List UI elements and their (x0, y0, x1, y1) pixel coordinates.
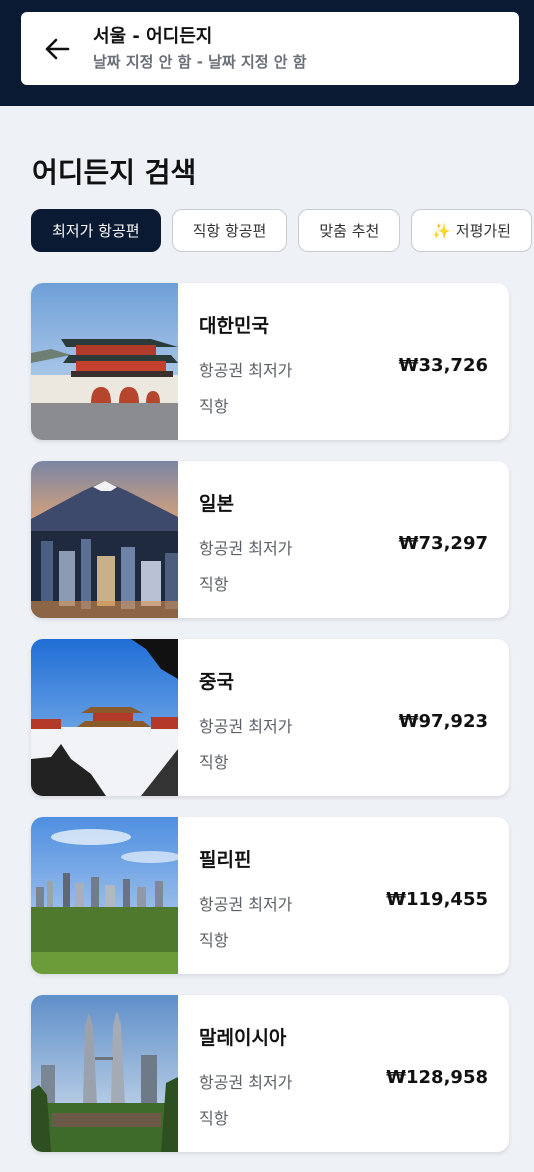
card-body: 말레이시아 항공권 최저가 ₩128,958 직항 (178, 995, 509, 1152)
stops-label: 직항 (199, 753, 229, 772)
card-body: 중국 항공권 최저가 ₩97,923 직항 (178, 639, 509, 796)
page-title: 어디든지 검색 (32, 156, 197, 189)
top-bar: 서울 - 어디든지 날짜 지정 안 함 - 날짜 지정 안 함 (0, 0, 534, 106)
fuji-city-photo (31, 461, 178, 618)
stops-label: 직항 (199, 1109, 229, 1128)
destination-card[interactable]: 필리핀 항공권 최저가 ₩119,455 직항 (31, 817, 509, 974)
country-name: 대한민국 (199, 315, 269, 337)
country-name: 중국 (199, 671, 234, 693)
search-summary-box[interactable]: 서울 - 어디든지 날짜 지정 안 함 - 날짜 지정 안 함 (21, 12, 519, 85)
stops-label: 직항 (199, 575, 229, 594)
card-body: 일본 항공권 최저가 ₩73,297 직항 (178, 461, 509, 618)
price-value: ₩97,923 (398, 711, 488, 732)
filter-chip-direct[interactable]: 직항 항공편 (171, 209, 288, 252)
route-summary: 서울 - 어디든지 날짜 지정 안 함 - 날짜 지정 안 함 (93, 25, 307, 73)
stops-label: 직항 (199, 397, 229, 416)
price-label: 항공권 최저가 (199, 361, 293, 380)
price-value: ₩73,297 (398, 533, 488, 554)
card-body: 필리핀 항공권 최저가 ₩119,455 직항 (178, 817, 509, 974)
destination-card[interactable]: 일본 항공권 최저가 ₩73,297 직항 (31, 461, 509, 618)
route-dates: 날짜 지정 안 함 - 날짜 지정 안 함 (93, 52, 307, 71)
route-title: 서울 - 어디든지 (93, 25, 213, 47)
destination-card[interactable]: 중국 항공권 최저가 ₩97,923 직항 (31, 639, 509, 796)
palace-photo (31, 283, 178, 440)
filter-chip-undervalued[interactable]: ✨ 저평가된 (411, 209, 532, 252)
stops-label: 직항 (199, 931, 229, 950)
card-body: 대한민국 항공권 최저가 ₩33,726 직항 (178, 283, 509, 440)
arrow-left-icon[interactable] (21, 12, 93, 85)
destination-card[interactable]: 말레이시아 항공권 최저가 ₩128,958 직항 (31, 995, 509, 1152)
country-name: 필리핀 (199, 849, 252, 871)
price-value: ₩119,455 (386, 889, 488, 910)
country-name: 말레이시아 (199, 1027, 287, 1049)
manila-skyline-photo (31, 817, 178, 974)
filter-chip-cheapest[interactable]: 최저가 항공편 (31, 209, 161, 252)
filter-chip-recommended[interactable]: 맞춤 추천 (298, 209, 401, 252)
forbidden-city-photo (31, 639, 178, 796)
price-value: ₩128,958 (386, 1067, 488, 1088)
filter-chips: 최저가 항공편 직항 항공편 맞춤 추천 ✨ 저평가된 (31, 209, 532, 252)
price-label: 항공권 최저가 (199, 895, 293, 914)
destination-card[interactable]: 대한민국 항공권 최저가 ₩33,726 직항 (31, 283, 509, 440)
petronas-towers-photo (31, 995, 178, 1152)
price-label: 항공권 최저가 (199, 1073, 293, 1092)
price-label: 항공권 최저가 (199, 539, 293, 558)
destination-list: 대한민국 항공권 최저가 ₩33,726 직항 일본 항공권 최저가 ₩73,2… (31, 283, 509, 1172)
price-value: ₩33,726 (398, 355, 488, 376)
price-label: 항공권 최저가 (199, 717, 293, 736)
country-name: 일본 (199, 493, 234, 515)
